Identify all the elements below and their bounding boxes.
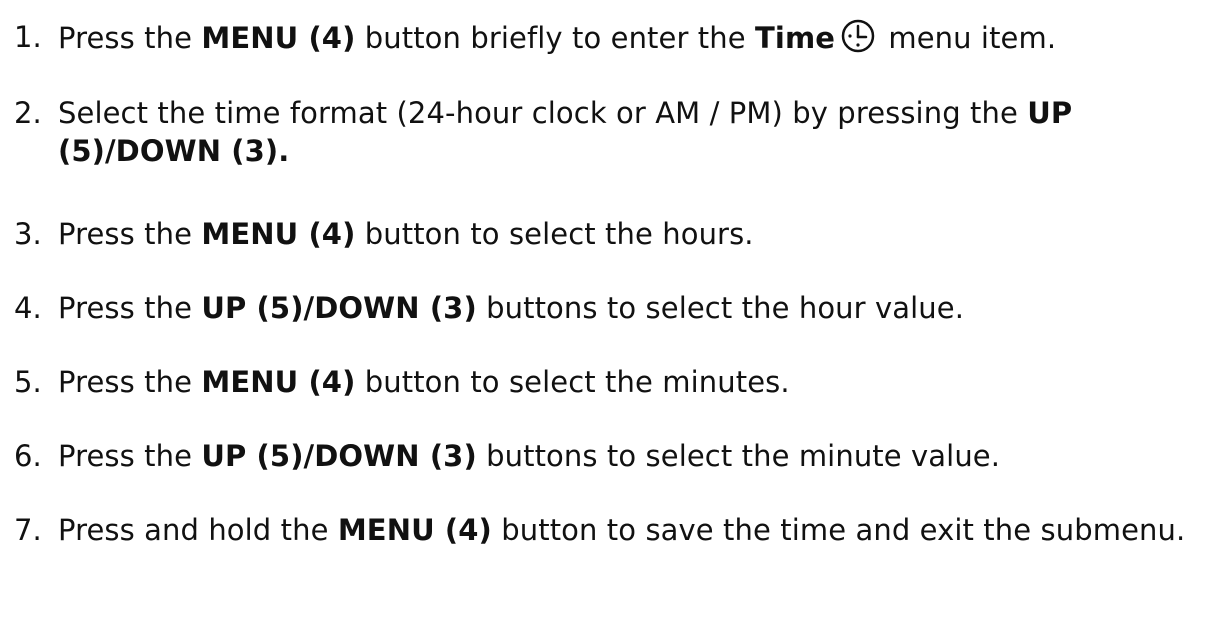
step-text-part: Press and hold the — [58, 513, 338, 547]
step-number: 2. — [14, 96, 42, 130]
step-text-part: Press the — [58, 291, 202, 325]
step-item-3: 3. Press the MENU (4) button to select t… — [14, 215, 1198, 253]
up-down-button-label: UP (5)/DOWN (3) — [201, 439, 477, 473]
step-number: 4. — [14, 291, 42, 325]
step-text: Press the UP (5)/DOWN (3) buttons to sel… — [58, 437, 1198, 475]
step-text-part: Press the — [58, 365, 202, 399]
step-item-1: 1. Press the MENU (4) button briefly to … — [14, 18, 1198, 57]
step-text: Press the UP (5)/DOWN (3) buttons to sel… — [58, 289, 1198, 327]
step-item-6: 6. Press the UP (5)/DOWN (3) buttons to … — [14, 437, 1198, 475]
menu-button-label: MENU (4) — [201, 217, 356, 251]
menu-button-label: MENU (4) — [337, 513, 492, 547]
step-text-part: Select the time format (24-hour clock or… — [58, 96, 1028, 130]
step-text: Press the MENU (4) button to select the … — [58, 215, 1198, 253]
clock-icon — [841, 19, 875, 53]
step-text-part: buttons to select the hour value. — [476, 291, 965, 325]
step-text-part: button to select the hours. — [355, 217, 754, 251]
step-number: 5. — [14, 365, 42, 399]
step-text: Press and hold the MENU (4) button to sa… — [58, 511, 1198, 549]
step-text-part: Press the — [58, 217, 202, 251]
step-text: Select the time format (24-hour clock or… — [58, 94, 1198, 170]
step-text-part: Press the — [58, 439, 202, 473]
step-text-part: menu item. — [879, 21, 1057, 55]
step-text-part: button to save the time and exit the sub… — [491, 513, 1186, 547]
step-text-part: Press the — [58, 21, 202, 55]
step-text: Press the MENU (4) button to select the … — [58, 363, 1198, 401]
step-number: 6. — [14, 439, 42, 473]
instruction-list: 1. Press the MENU (4) button briefly to … — [0, 0, 1211, 622]
step-number: 3. — [14, 217, 42, 251]
menu-button-label: MENU (4) — [201, 365, 356, 399]
step-text: Press the MENU (4) button briefly to ent… — [58, 18, 1198, 57]
up-down-button-label: UP (5)/DOWN (3) — [201, 291, 477, 325]
step-text-part: buttons to select the minute value. — [476, 439, 1001, 473]
step-item-5: 5. Press the MENU (4) button to select t… — [14, 363, 1198, 401]
menu-button-label: MENU (4) — [201, 21, 356, 55]
step-text-part: button to select the minutes. — [355, 365, 790, 399]
step-text-part: button briefly to enter the — [355, 21, 756, 55]
step-item-7: 7. Press and hold the MENU (4) button to… — [14, 511, 1198, 549]
step-number: 1. — [14, 20, 42, 54]
step-item-4: 4. Press the UP (5)/DOWN (3) buttons to … — [14, 289, 1198, 327]
step-item-2: 2. Select the time format (24-hour clock… — [14, 94, 1198, 170]
time-label: Time — [755, 21, 836, 55]
step-number: 7. — [14, 513, 42, 547]
